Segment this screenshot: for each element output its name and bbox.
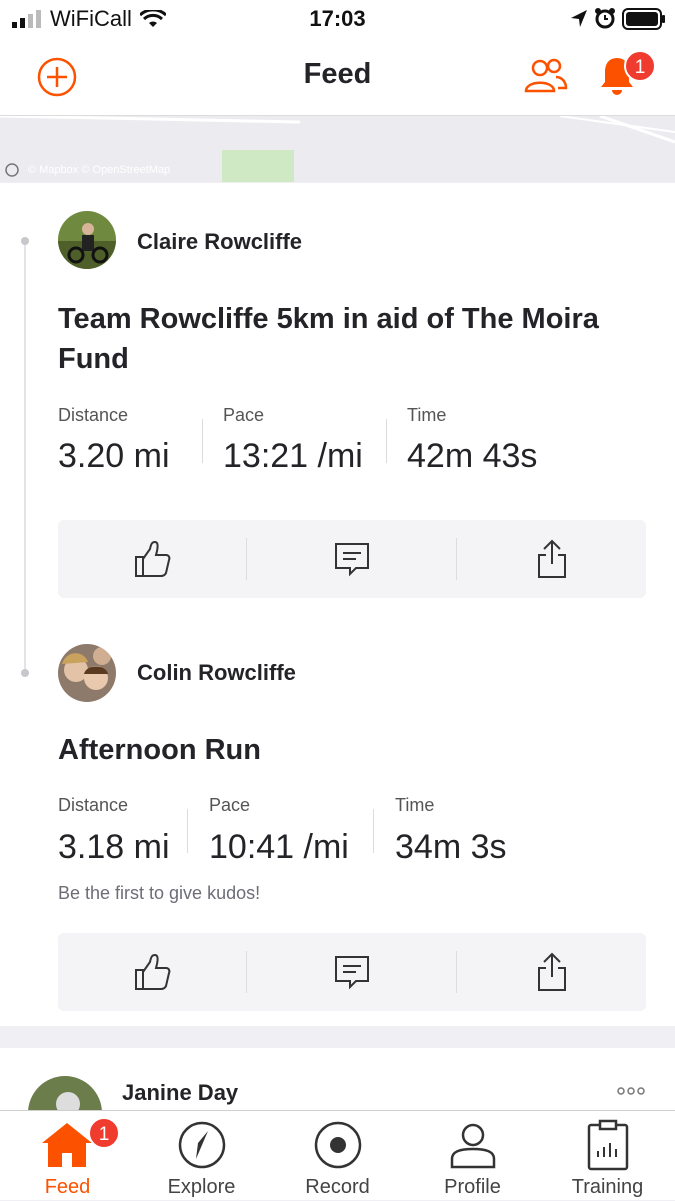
top-nav: Feed 1	[0, 40, 675, 116]
tab-label: Profile	[444, 1176, 501, 1198]
battery-icon	[622, 8, 665, 30]
stat-divider	[202, 419, 203, 463]
action-divider	[246, 538, 247, 580]
avatar[interactable]	[58, 644, 116, 702]
group-timeline	[24, 241, 26, 671]
tab-badge: 1	[88, 1117, 120, 1149]
action-divider	[456, 951, 457, 993]
stat-value-time: 34m 3s	[395, 828, 507, 866]
athlete-photo	[58, 644, 116, 702]
compass-icon	[178, 1121, 226, 1169]
stat-label-time: Time	[407, 405, 447, 425]
stat-value-pace: 10:41 /mi	[209, 828, 349, 866]
stat-value-distance: 3.18 mi	[58, 828, 170, 866]
comment-button[interactable]	[258, 933, 446, 1011]
tab-record[interactable]: Record	[270, 1111, 405, 1201]
alarm-icon	[595, 8, 615, 29]
tab-label: Explore	[167, 1176, 236, 1198]
record-icon	[314, 1121, 362, 1169]
kudos-button[interactable]	[58, 520, 246, 598]
share-icon	[538, 539, 566, 578]
profile-icon	[450, 1123, 496, 1169]
activity-title[interactable]: Team Rowcliffe 5km in aid of The Moira F…	[58, 299, 618, 379]
athlete-photo	[58, 211, 116, 269]
more-options-icon[interactable]	[616, 1086, 646, 1096]
comment-button[interactable]	[258, 520, 446, 598]
kudos-prompt[interactable]: Be the first to give kudos!	[58, 883, 260, 904]
share-icon	[538, 952, 566, 991]
find-friends-icon[interactable]	[524, 58, 568, 94]
stat-label-distance: Distance	[58, 795, 129, 815]
thumbs-up-icon	[135, 953, 171, 990]
training-log-icon	[587, 1119, 629, 1171]
activity-actions	[58, 933, 646, 1011]
tab-label: Training	[571, 1176, 644, 1198]
kudos-button[interactable]	[58, 933, 246, 1011]
comment-icon	[335, 956, 369, 990]
activity-card: Janine Day	[0, 1048, 675, 1150]
tab-explore[interactable]: Explore	[134, 1111, 269, 1201]
athlete-name[interactable]: Colin Rowcliffe	[137, 660, 296, 686]
location-arrow-icon	[571, 10, 587, 27]
stat-value-distance: 3.20 mi	[58, 437, 170, 475]
stat-label-time: Time	[395, 795, 435, 815]
home-icon	[42, 1123, 92, 1167]
activity-actions	[58, 520, 646, 598]
athlete-name[interactable]: Claire Rowcliffe	[137, 229, 302, 255]
timeline-dot	[21, 237, 29, 245]
tab-label: Feed	[44, 1176, 91, 1198]
stat-value-pace: 13:21 /mi	[223, 437, 363, 475]
notification-badge: 1	[624, 50, 656, 82]
activity-title[interactable]: Afternoon Run	[58, 730, 618, 770]
activity-group-card: Claire Rowcliffe Team Rowcliffe 5km in a…	[0, 183, 675, 1026]
share-button[interactable]	[458, 520, 646, 598]
stat-divider	[373, 809, 374, 853]
stat-label-pace: Pace	[209, 795, 251, 815]
bottom-tab-bar: 1 Feed Explore Record Profile Training	[0, 1110, 675, 1200]
map-attribution: © Mapbox © OpenStreetMap	[28, 164, 171, 176]
stat-value-time: 42m 43s	[407, 437, 538, 475]
tab-training[interactable]: Training	[540, 1111, 675, 1201]
action-divider	[456, 538, 457, 580]
stat-divider	[187, 809, 188, 853]
athlete-name[interactable]: Janine Day	[122, 1080, 238, 1106]
page-title: Feed	[303, 58, 372, 90]
tab-label: Record	[305, 1176, 370, 1198]
map-preview[interactable]: © Mapbox © OpenStreetMap	[0, 116, 675, 182]
share-button[interactable]	[458, 933, 646, 1011]
status-bar: WiFiCall 17:03	[0, 0, 675, 40]
timeline-dot	[21, 669, 29, 677]
thumbs-up-icon	[135, 540, 171, 577]
stat-divider	[386, 419, 387, 463]
tab-profile[interactable]: Profile	[405, 1111, 540, 1201]
tab-feed[interactable]: 1 Feed	[0, 1111, 135, 1201]
action-divider	[246, 951, 247, 993]
stat-label-pace: Pace	[223, 405, 265, 425]
stat-label-distance: Distance	[58, 405, 129, 425]
comment-icon	[335, 543, 369, 577]
avatar[interactable]	[58, 211, 116, 269]
